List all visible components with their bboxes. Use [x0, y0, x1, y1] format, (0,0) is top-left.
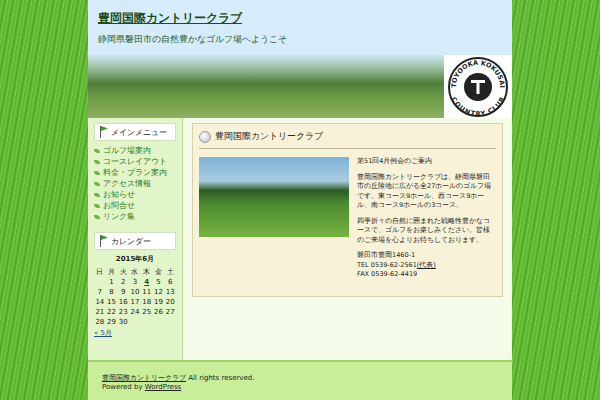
calendar-day: 27 — [164, 307, 176, 317]
calendar-weekday: 金 — [153, 267, 165, 277]
menu-list: ゴルフ場案内コースレイアウト料金・プラン案内アクセス情報お知らせお問合せリンク集 — [94, 145, 176, 222]
calendar-day[interactable]: 4 — [141, 277, 153, 287]
calendar-day: 17 — [129, 297, 141, 307]
menu-heading: メインメニュー — [94, 123, 176, 141]
calendar-weekday: 日 — [94, 267, 106, 277]
calendar-day: 29 — [106, 317, 118, 327]
calendar-day: 22 — [106, 307, 118, 317]
previous-month-link[interactable]: « 5月 — [94, 328, 176, 338]
calendar-day: 28 — [94, 317, 106, 327]
calendar-weekday: 月 — [106, 267, 118, 277]
calendar-weekday: 木 — [141, 267, 153, 277]
tagline: 静岡県磐田市の自然豊かなゴルフ場へようこそ — [98, 33, 502, 46]
calendar-day: 1 — [106, 277, 118, 287]
menu-item[interactable]: コースレイアウト — [94, 156, 176, 167]
calendar-day: 9 — [117, 287, 129, 297]
main: 豊岡国際カントリークラブ第51回4月例会のご案内豊岡国際カントリークラブは、静岡… — [183, 118, 512, 360]
calendar-heading: カレンダー — [94, 232, 176, 250]
menu-item[interactable]: リンク集 — [94, 211, 176, 222]
leaf-icon — [94, 149, 100, 153]
calendar-day: 2 — [117, 277, 129, 287]
calendar-day — [94, 277, 106, 287]
golf-ball-icon — [199, 131, 211, 143]
calendar-day: 13 — [164, 287, 176, 297]
menu-item[interactable]: アクセス情報 — [94, 178, 176, 189]
wordpress-link[interactable]: WordPress — [145, 383, 181, 391]
leaf-icon — [94, 204, 100, 208]
leaf-icon — [94, 160, 100, 164]
logo[interactable]: TOYOOKA KOKUSAI COUNTRY CLUB — [444, 55, 512, 118]
course-photo — [199, 157, 349, 237]
calendar-day — [164, 317, 176, 327]
menu-item[interactable]: お問合せ — [94, 200, 176, 211]
banner: TOYOOKA KOKUSAI COUNTRY CLUB — [88, 55, 512, 118]
calendar-day: 25 — [141, 307, 153, 317]
svg-text:COUNTRY CLUB: COUNTRY CLUB — [450, 95, 507, 117]
post-paragraph: 四季折々の自然に囲まれた戦略性豊かなコースで、ゴルフをお楽しみください。皆様のご… — [357, 217, 496, 246]
calendar-day — [153, 317, 165, 327]
post-title: 豊岡国際カントリークラブ — [199, 128, 496, 149]
flag-icon — [99, 235, 108, 247]
leaf-icon — [94, 193, 100, 197]
calendar-day: 15 — [106, 297, 118, 307]
leaf-icon — [94, 182, 100, 186]
calendar-day: 20 — [164, 297, 176, 307]
calendar-weekday: 水 — [129, 267, 141, 277]
leaf-icon — [94, 171, 100, 175]
post-lead: 第51回4月例会のご案内 — [357, 157, 496, 167]
post-paragraph: 豊岡国際カントリークラブは、静岡県磐田市の丘陵地に広がる全27ホールのゴルフ場で… — [357, 173, 496, 211]
leaf-icon — [94, 215, 100, 219]
calendar-day: 16 — [117, 297, 129, 307]
club-logo-icon: TOYOOKA KOKUSAI COUNTRY CLUB — [447, 56, 509, 118]
header: 豊岡国際カントリークラブ静岡県磐田市の自然豊かなゴルフ場へようこそ — [88, 0, 512, 55]
menu-item[interactable]: お知らせ — [94, 189, 176, 200]
post: 豊岡国際カントリークラブ第51回4月例会のご案内豊岡国際カントリークラブは、静岡… — [192, 123, 503, 297]
calendar-day: 24 — [129, 307, 141, 317]
calendar-day: 3 — [129, 277, 141, 287]
calendar-day: 18 — [141, 297, 153, 307]
calendar-day — [141, 317, 153, 327]
contact: 磐田市豊岡1460-1TEL 0539-62-2561(代表)FAX 0539-… — [357, 251, 496, 280]
site-title[interactable]: 豊岡国際カントリークラブ — [98, 10, 502, 27]
menu-item[interactable]: ゴルフ場案内 — [94, 145, 176, 156]
calendar-day: 26 — [153, 307, 165, 317]
calendar-day: 10 — [129, 287, 141, 297]
calendar-day: 8 — [106, 287, 118, 297]
svg-text:TOYOOKA KOKUSAI: TOYOOKA KOKUSAI — [450, 58, 506, 87]
calendar-day: 23 — [117, 307, 129, 317]
calendar-day: 21 — [94, 307, 106, 317]
calendar-month: 2015年6月 — [94, 254, 176, 264]
footer: 豊岡国際カントリークラブ All rights reserved.Powered… — [88, 360, 512, 400]
sidebar: メインメニューゴルフ場案内コースレイアウト料金・プラン案内アクセス情報お知らせお… — [88, 118, 183, 360]
calendar-day: 7 — [94, 287, 106, 297]
calendar-day: 14 — [94, 297, 106, 307]
calendar-weekday: 火 — [117, 267, 129, 277]
calendar-day — [129, 317, 141, 327]
calendar-day: 19 — [153, 297, 165, 307]
calendar-day: 30 — [117, 317, 129, 327]
menu-item[interactable]: 料金・プラン案内 — [94, 167, 176, 178]
flag-icon — [99, 126, 108, 138]
banner-photo — [88, 55, 444, 118]
calendar: 2015年6月日月火水木金土12345678910111213141516171… — [94, 250, 176, 338]
calendar-day: 12 — [153, 287, 165, 297]
page: 豊岡国際カントリークラブ静岡県磐田市の自然豊かなゴルフ場へようこそTOYOOKA… — [88, 0, 512, 400]
calendar-weekday: 土 — [164, 267, 176, 277]
calendar-day: 11 — [141, 287, 153, 297]
calendar-day: 6 — [164, 277, 176, 287]
calendar-day: 5 — [153, 277, 165, 287]
